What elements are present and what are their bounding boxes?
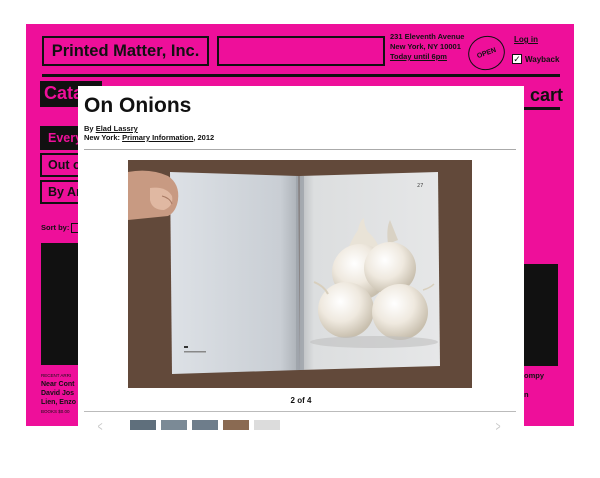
book-title: On Onions [84, 94, 192, 117]
address-line-2: New York, NY 10001 [390, 42, 461, 51]
thumbnail[interactable] [161, 420, 187, 430]
modal-divider [84, 411, 516, 412]
search-input[interactable] [217, 36, 385, 66]
book-modal: On Onions By Elad Lassry New York: Prima… [78, 86, 524, 430]
cart-divider [524, 107, 560, 110]
book-publisher-line: New York: Primary Information, 2012 [84, 133, 214, 142]
thumbnail[interactable] [254, 420, 280, 430]
book-author-line: By Elad Lassry [84, 124, 138, 133]
thumbnail[interactable] [223, 420, 249, 430]
thumbnail[interactable] [192, 420, 218, 430]
author-link[interactable]: Elad Lassry [96, 124, 138, 133]
store-address: 231 Eleventh Avenue New York, NY 10001 T… [390, 32, 464, 62]
book-photo[interactable]: 27 [128, 160, 472, 388]
wayback-toggle[interactable]: ✓ Wayback [512, 54, 559, 64]
product-image[interactable] [522, 264, 558, 366]
thumbnail[interactable] [130, 420, 156, 430]
publisher-link[interactable]: Primary Information [122, 133, 193, 142]
checkbox-checked-icon[interactable]: ✓ [512, 54, 522, 64]
publication-year: , 2012 [193, 133, 215, 142]
address-line-1: 231 Eleventh Avenue [390, 32, 465, 41]
chevron-left-icon[interactable]: < [98, 418, 103, 430]
wayback-label: Wayback [525, 54, 560, 64]
slide-counter: 2 of 4 [290, 396, 312, 405]
page-number: 27 [417, 183, 423, 189]
sort-by-label: Sort by: [41, 223, 70, 232]
cart-link[interactable]: cart [530, 85, 563, 106]
product-title-fragment[interactable]: ompy [524, 371, 544, 380]
thumbnail-strip [130, 420, 280, 430]
site-logo[interactable]: Printed Matter, Inc. [42, 36, 209, 66]
header-divider [42, 74, 560, 77]
open-badge: OPEN [463, 30, 510, 76]
store-hours[interactable]: Today until 6pm [390, 52, 464, 62]
login-link[interactable]: Log in [514, 35, 538, 44]
product-title-fragment[interactable]: n [524, 390, 529, 399]
chevron-right-icon[interactable]: > [496, 418, 501, 430]
product-image[interactable] [41, 243, 79, 365]
publisher-place: New York: [84, 133, 120, 142]
by-prefix: By [84, 124, 94, 133]
modal-divider [84, 149, 516, 150]
